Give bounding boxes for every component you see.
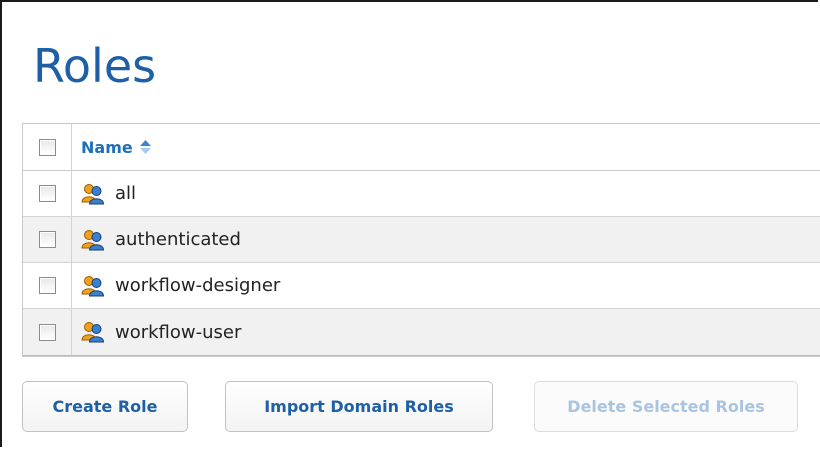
row-checkbox-cell	[23, 263, 72, 308]
role-name-cell[interactable]: authenticated	[72, 217, 820, 262]
page-title: Roles	[33, 39, 157, 93]
role-name[interactable]: all	[115, 183, 136, 204]
table-row[interactable]: workflow-designer	[23, 263, 820, 309]
role-name-cell[interactable]: workflow-user	[72, 309, 820, 355]
row-checkbox-cell	[23, 309, 72, 355]
table-row[interactable]: all	[23, 171, 820, 217]
table-header-row: Name	[23, 124, 820, 171]
name-column-label[interactable]: Name	[81, 138, 133, 157]
role-name-cell[interactable]: workflow-designer	[72, 263, 820, 308]
row-checkbox[interactable]	[38, 277, 56, 294]
row-checkbox[interactable]	[38, 231, 56, 248]
roles-table: Name all authenticated workflow-designer…	[22, 123, 820, 357]
role-name[interactable]: workflow-designer	[115, 275, 280, 296]
select-all-checkbox[interactable]	[38, 138, 56, 156]
create-role-button[interactable]: Create Role	[22, 381, 188, 432]
name-column-header[interactable]: Name	[72, 124, 820, 170]
user-group-icon	[81, 322, 105, 343]
header-checkbox-cell	[23, 124, 72, 170]
role-name[interactable]: authenticated	[115, 229, 241, 250]
row-checkbox-cell	[23, 171, 72, 216]
table-row[interactable]: workflow-user	[23, 309, 820, 356]
row-checkbox[interactable]	[38, 323, 56, 341]
delete-selected-roles-button[interactable]: Delete Selected Roles	[534, 381, 798, 432]
user-group-icon	[81, 275, 105, 296]
user-group-icon	[81, 229, 105, 250]
row-checkbox-cell	[23, 217, 72, 262]
sort-ascending-icon[interactable]	[139, 140, 151, 154]
user-group-icon	[81, 183, 105, 204]
role-name-cell[interactable]: all	[72, 171, 820, 216]
row-checkbox[interactable]	[38, 185, 56, 202]
import-domain-roles-button[interactable]: Import Domain Roles	[225, 381, 493, 432]
role-name[interactable]: workflow-user	[115, 322, 241, 343]
table-row[interactable]: authenticated	[23, 217, 820, 263]
